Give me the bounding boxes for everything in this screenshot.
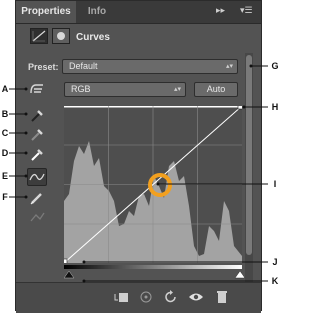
callout-d: D xyxy=(1,148,9,158)
callout-c: C xyxy=(1,128,9,138)
callout-lines xyxy=(9,64,268,283)
callout-a: A xyxy=(1,84,9,94)
callout-b: B xyxy=(1,109,9,119)
callout-i: I xyxy=(273,179,277,189)
callout-g: G xyxy=(271,61,279,71)
callout-f: F xyxy=(2,192,8,202)
callout-h: H xyxy=(271,102,279,112)
callout-j: J xyxy=(272,257,278,267)
callout-e: E xyxy=(1,171,8,181)
callout-k: K xyxy=(271,276,279,286)
